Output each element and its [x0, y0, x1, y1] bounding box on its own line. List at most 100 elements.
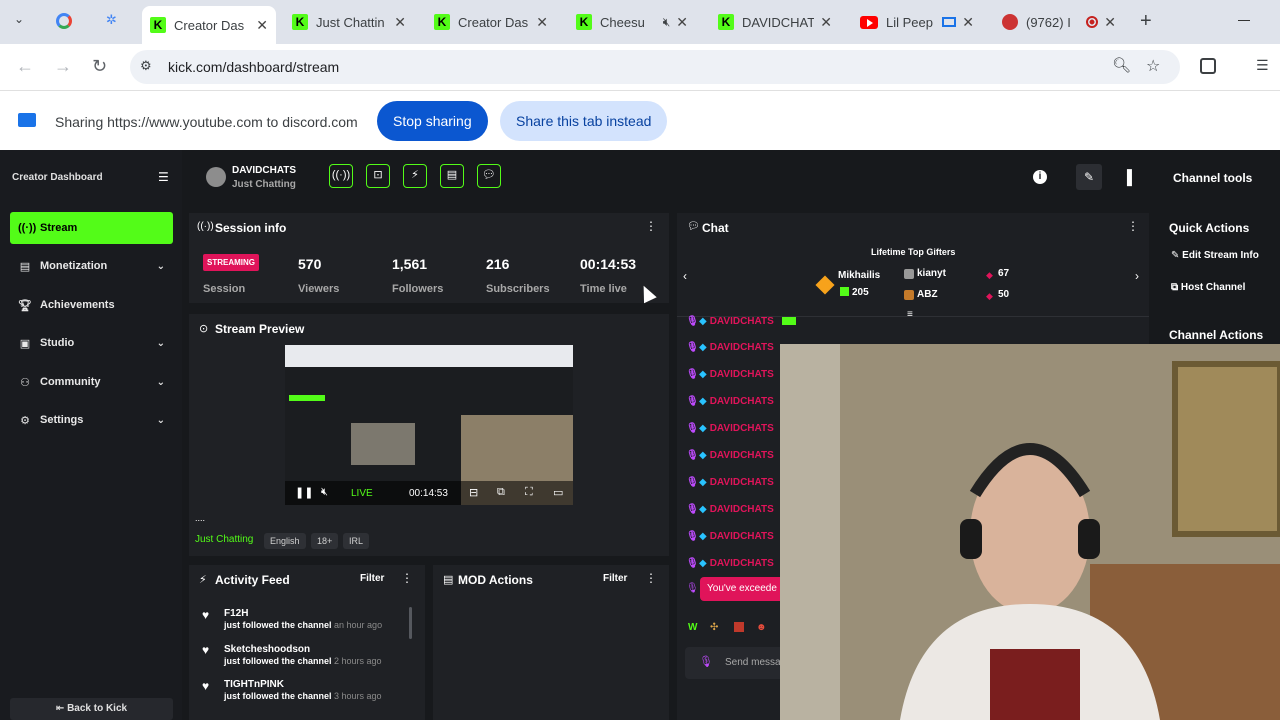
chat-message[interactable]: 🎙︎ ◆ DAVIDCHATS [686, 421, 774, 435]
chat-username[interactable]: DAVIDCHATS [710, 504, 774, 515]
chat-username[interactable]: DAVIDCHATS [710, 558, 774, 569]
pip-icon[interactable]: ⧉ [497, 486, 505, 499]
tag-18plus[interactable]: 18+ [311, 533, 339, 549]
sidebar-item-stream[interactable]: ((·)) Stream [10, 212, 173, 244]
feed-item-name[interactable]: Sketcheshoodson [224, 644, 310, 655]
chat-message[interactable]: 🎙︎ ◆ DAVIDCHATS [686, 448, 774, 462]
tab-just-chatting[interactable]: K Just Chattin ✕ [284, 6, 414, 38]
new-tab-icon[interactable]: + [1140, 10, 1152, 33]
chat-message[interactable]: 🎙︎ ◆ DAVIDCHATS [686, 340, 774, 354]
notes-button[interactable]: ▤ [440, 164, 464, 188]
lightning-button[interactable]: ⚡︎ [403, 164, 427, 188]
muted-icon[interactable]: 🔇︎ [321, 486, 328, 499]
filter-button[interactable]: Filter [360, 573, 384, 584]
filter-button[interactable]: Filter [603, 573, 627, 584]
chat-message[interactable]: 🎙︎ ◆ DAVIDCHATS [686, 556, 774, 570]
gifter-name[interactable]: ABZ [917, 289, 938, 300]
scrollbar[interactable] [409, 607, 412, 639]
chat-username[interactable]: DAVIDCHATS [710, 342, 774, 353]
sidebar-item-monetization[interactable]: ▤ Monetization ⌄ [10, 250, 173, 282]
channel-tools-label[interactable]: Channel tools [1173, 171, 1252, 185]
feed-item-name[interactable]: TIGHTnPINK [224, 679, 284, 690]
close-icon[interactable]: ✕ [676, 14, 688, 31]
chat-message[interactable]: 🎙︎ ◆ DAVIDCHATS [686, 529, 774, 543]
forward-arrow-icon[interactable]: → [54, 56, 72, 77]
avatar[interactable] [206, 167, 226, 187]
sidebar-item-community[interactable]: ⚇ Community ⌄ [10, 366, 173, 398]
emote-icon[interactable]: ☻ [756, 622, 767, 633]
clip-icon[interactable]: ⊟ [469, 486, 478, 499]
close-icon[interactable]: ✕ [1104, 14, 1116, 31]
more-options-icon[interactable]: ⋮ [1127, 219, 1139, 233]
sidebar-item-studio[interactable]: ▣ Studio ⌄ [10, 327, 173, 359]
pause-icon[interactable]: ❚❚ [295, 486, 313, 499]
chat-username[interactable]: DAVIDCHATS [710, 369, 774, 380]
sidebar-item-achievements[interactable]: 🏆︎ Achievements [10, 289, 173, 321]
chat-message[interactable]: 🎙︎ ◆ DAVIDCHATS [686, 367, 774, 381]
gifter-name[interactable]: Mikhailis [838, 270, 880, 281]
chat-message[interactable]: 🎙︎ ◆ DAVIDCHATS [686, 314, 796, 328]
chat-username[interactable]: DAVIDCHATS [710, 316, 774, 327]
gifter-name[interactable]: kianyt [917, 268, 946, 279]
chat-username[interactable]: DAVIDCHATS [710, 477, 774, 488]
zoom-icon[interactable]: 🔍︎ [1112, 56, 1131, 74]
chat-username[interactable]: DAVIDCHATS [710, 531, 774, 542]
host-channel-button[interactable]: ⧉ Host Channel [1171, 282, 1245, 293]
emote-icon[interactable] [734, 622, 744, 632]
close-icon[interactable]: ✕ [394, 14, 406, 31]
more-options-icon[interactable]: ⋮ [645, 571, 657, 585]
tab-youtube-notifications[interactable]: (9762) I ✕ [994, 6, 1124, 38]
feed-item-name[interactable]: F12H [224, 608, 248, 619]
theater-icon[interactable]: ▭ [553, 486, 563, 499]
close-icon[interactable]: ✕ [256, 17, 268, 34]
pinned-tab-icon[interactable]: ✲ [106, 12, 117, 28]
expand-gifters-icon[interactable]: ≡ [907, 309, 913, 320]
close-icon[interactable]: ✕ [962, 14, 974, 31]
more-options-icon[interactable]: ⋮ [645, 219, 657, 233]
chat-message[interactable]: 🎙︎ ◆ DAVIDCHATS [686, 394, 774, 408]
tab-lil-peep[interactable]: Lil Peep ✕ [852, 6, 982, 38]
tag-english[interactable]: English [264, 533, 306, 549]
send-message-input[interactable]: 🎙︎ Send messa [685, 647, 785, 679]
stop-sharing-button[interactable]: Stop sharing [377, 101, 488, 141]
more-options-icon[interactable]: ⋮ [401, 571, 413, 585]
sidebar-item-settings[interactable]: ⚙ Settings ⌄ [10, 404, 173, 436]
tab-cheesur[interactable]: K Cheesu 🔇︎ ✕ [568, 6, 696, 38]
reading-list-icon[interactable]: ☰ [1256, 57, 1269, 74]
share-this-tab-button[interactable]: Share this tab instead [500, 101, 668, 141]
google-icon[interactable] [56, 13, 72, 29]
edit-layout-button[interactable]: ✎ [1076, 164, 1102, 190]
chevron-left-icon[interactable]: ‹ [683, 269, 687, 283]
chat-username[interactable]: DAVIDCHATS [710, 423, 774, 434]
broadcast-button[interactable]: ((·)) [329, 164, 353, 188]
stream-category[interactable]: Just Chatting [195, 534, 253, 545]
site-settings-icon[interactable]: ⚙ [140, 58, 152, 74]
preview-video[interactable]: ❚❚ 🔇︎ LIVE 00:14:53 ⊟ ⧉ ⛶ ▭ [285, 345, 573, 505]
extensions-icon[interactable] [1200, 58, 1216, 74]
panel-toggle-button[interactable]: ▐ [1114, 164, 1140, 190]
back-to-kick-button[interactable]: ⇤ Back to Kick [10, 698, 173, 720]
emote-icon[interactable]: ✣ [710, 622, 718, 633]
fullscreen-icon[interactable]: ⛶ [525, 486, 533, 499]
edit-stream-info-button[interactable]: ✎ Edit Stream Info [1171, 250, 1259, 261]
back-arrow-icon[interactable]: ← [16, 56, 34, 77]
close-icon[interactable]: ✕ [820, 14, 832, 31]
reload-icon[interactable]: ↻ [92, 56, 107, 77]
bookmark-star-icon[interactable]: ☆ [1146, 56, 1160, 76]
collapse-sidebar-icon[interactable]: ☰ [158, 170, 169, 184]
chat-username[interactable]: DAVIDCHATS [710, 450, 774, 461]
muted-icon[interactable]: 🔇︎ [663, 15, 671, 30]
chat-button[interactable]: 💬︎ [477, 164, 501, 188]
close-icon[interactable]: ✕ [536, 14, 548, 31]
kick-emote-icon[interactable]: W [688, 622, 697, 633]
chat-message[interactable]: 🎙︎ ◆ DAVIDCHATS [686, 502, 774, 516]
tag-irl[interactable]: IRL [343, 533, 370, 549]
tab-creator-dashboard-2[interactable]: K Creator Das ✕ [426, 6, 556, 38]
chat-username[interactable]: DAVIDCHATS [710, 396, 774, 407]
url-text[interactable]: kick.com/dashboard/stream [168, 59, 339, 75]
minimize-icon[interactable] [1238, 20, 1250, 21]
tab-search-icon[interactable]: ⌄ [14, 12, 24, 26]
clip-button[interactable]: ⊡ [366, 164, 390, 188]
chat-message[interactable]: 🎙︎ ◆ DAVIDCHATS [686, 475, 774, 489]
omnibox[interactable]: ⚙ kick.com/dashboard/stream 🔍︎ ☆ [130, 50, 1180, 84]
